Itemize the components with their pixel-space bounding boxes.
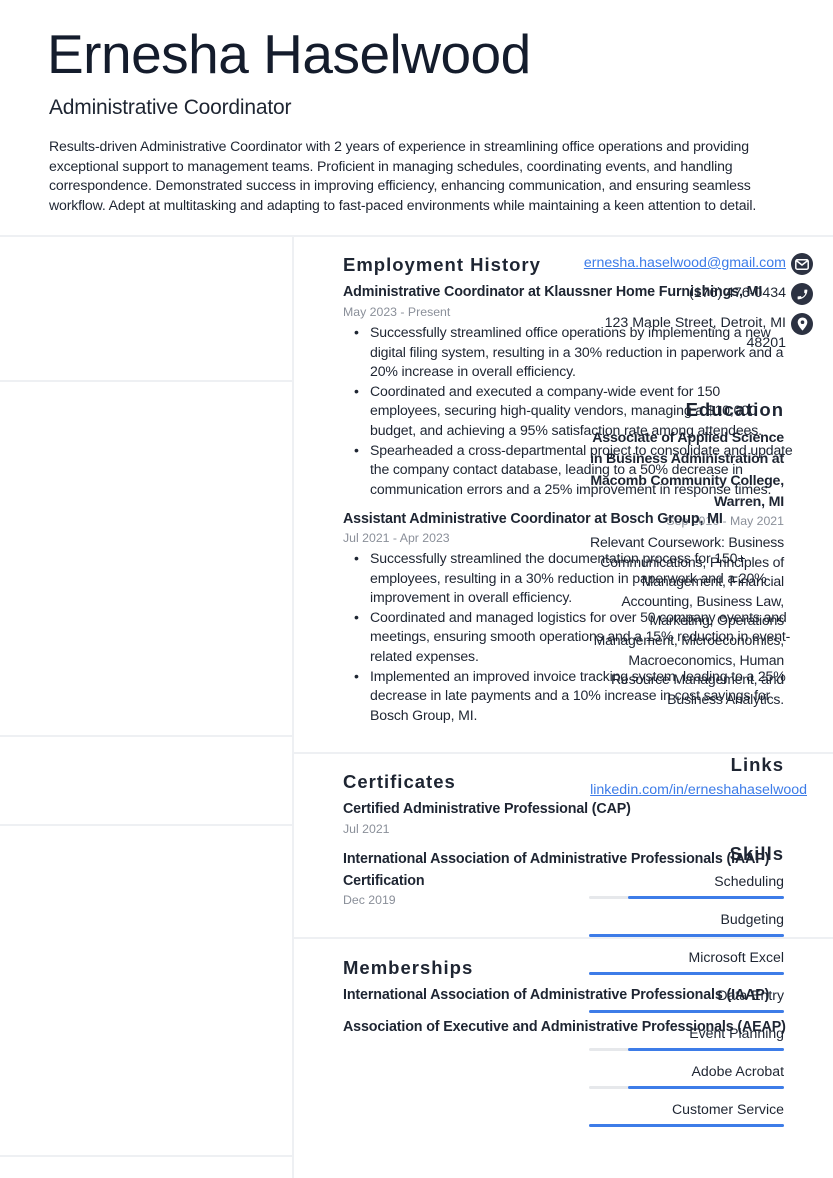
- skills-divider: [0, 1155, 293, 1157]
- job-title-1: Assistant Administrative Coordinator at …: [343, 511, 723, 527]
- skill-level-track: [589, 1086, 784, 1089]
- job-title-0: Administrative Coordinator at Klaussner …: [343, 284, 763, 300]
- job-bullet: Spearheaded a cross-departmental project…: [343, 441, 793, 500]
- skill-level-bar: [589, 1124, 784, 1127]
- skill-item: Customer Service: [589, 1100, 784, 1127]
- job-bullet: Successfully streamlined the documentati…: [343, 549, 793, 608]
- skill-level-bar: [589, 1010, 784, 1013]
- candidate-name: Ernesha Haselwood: [47, 23, 531, 85]
- skill-level-track: [589, 1124, 784, 1127]
- skill-level-track: [589, 1048, 784, 1051]
- job-bullet: Successfully streamlined office operatio…: [343, 323, 793, 382]
- job-dates-1: Jul 2021 - Apr 2023: [343, 531, 450, 545]
- skill-level-track: [589, 896, 784, 899]
- education-divider: [0, 735, 293, 737]
- membership-1: Association of Executive and Administrat…: [343, 1019, 786, 1035]
- profile-summary: Results-driven Administrative Coordinato…: [49, 138, 757, 213]
- phone-icon: [791, 283, 813, 305]
- links-divider: [0, 824, 293, 826]
- certificate-name-0: Certified Administrative Professional (C…: [343, 801, 631, 817]
- skill-name: Budgeting: [720, 911, 784, 927]
- job-title: Administrative Coordinator: [49, 96, 292, 119]
- employment-heading: Employment History: [343, 254, 541, 275]
- job-bullet: Coordinated and executed a company-wide …: [343, 382, 793, 441]
- membership-0: International Association of Administrat…: [343, 987, 770, 1003]
- job-bullets-0: Successfully streamlined office operatio…: [343, 323, 793, 499]
- job-bullets-1: Successfully streamlined the documentati…: [343, 549, 793, 725]
- skill-level-bar: [628, 1048, 784, 1051]
- job-bullet: Coordinated and managed logistics for ov…: [343, 608, 793, 667]
- certificates-divider: [293, 937, 833, 939]
- job-bullet: Implemented an improved invoice tracking…: [343, 667, 793, 726]
- certificate-name-1: International Association of Administrat…: [343, 851, 770, 889]
- certificates-heading: Certificates: [343, 771, 456, 792]
- skill-item: Budgeting: [589, 910, 784, 937]
- skill-item: Adobe Acrobat: [589, 1062, 784, 1089]
- contact-email-row: ernesha.haselwood@gmail.com: [584, 253, 813, 275]
- skill-name: Adobe Acrobat: [691, 1063, 784, 1079]
- skill-level-track: [589, 934, 784, 937]
- skill-level-track: [589, 972, 784, 975]
- job-dates-0: May 2023 - Present: [343, 305, 451, 319]
- skill-level-bar: [628, 1086, 784, 1089]
- map-pin-icon: [791, 313, 813, 335]
- certificate-date-1: Dec 2019: [343, 893, 396, 907]
- links-heading: Links: [730, 754, 784, 775]
- column-divider: [292, 236, 294, 1178]
- contact-divider: [0, 380, 293, 382]
- skill-name: Microsoft Excel: [688, 949, 784, 965]
- skill-level-bar: [589, 934, 784, 937]
- skill-level-track: [589, 1010, 784, 1013]
- skill-name: Customer Service: [672, 1101, 784, 1117]
- skill-level-bar: [589, 972, 784, 975]
- envelope-icon: [791, 253, 813, 275]
- header-divider: [0, 235, 833, 237]
- skill-item: Microsoft Excel: [589, 948, 784, 975]
- skill-level-bar: [628, 896, 784, 899]
- email-link[interactable]: ernesha.haselwood@gmail.com: [584, 253, 786, 273]
- linkedin-link[interactable]: linkedin.com/in/erneshahaselwood: [590, 782, 807, 798]
- certificate-date-0: Jul 2021: [343, 822, 390, 836]
- memberships-heading: Memberships: [343, 957, 474, 978]
